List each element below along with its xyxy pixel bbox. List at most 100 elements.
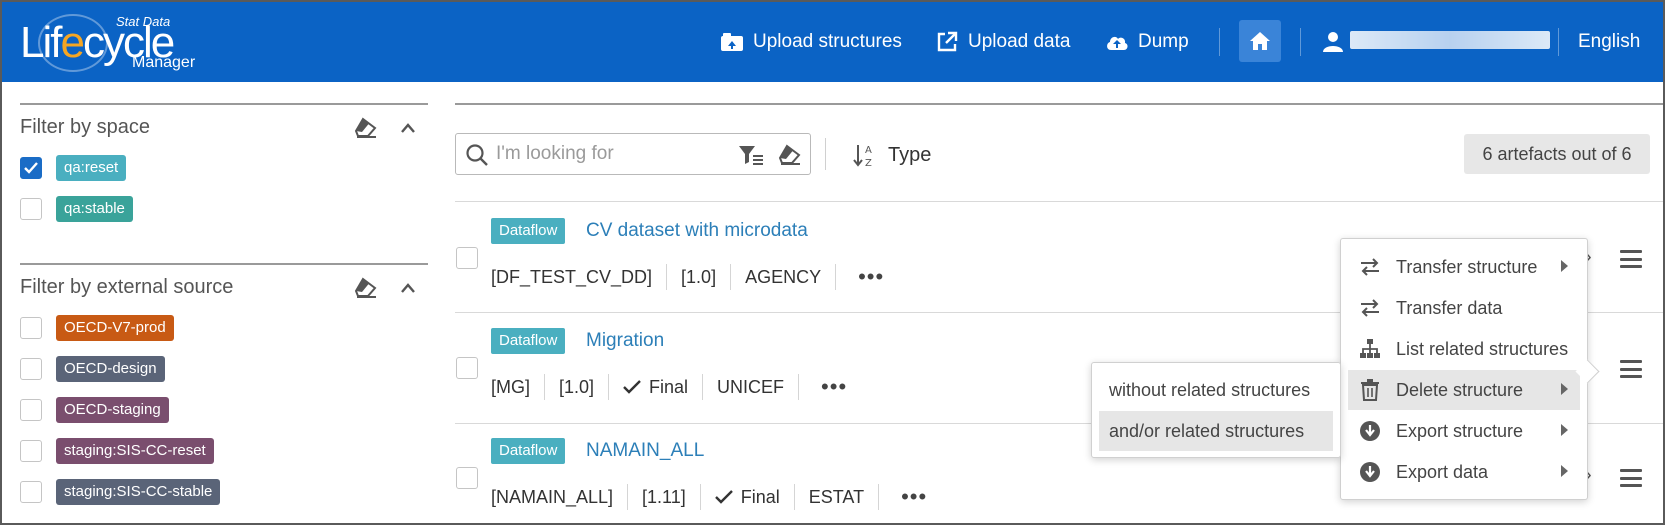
artefact-title-link[interactable]: NAMAIN_ALL [586,440,704,462]
caret-right-icon [1561,383,1568,395]
menu-item-delete-structure[interactable]: Delete structure [1348,370,1580,410]
language-label: English [1578,31,1641,52]
checkbox[interactable] [20,481,42,503]
username-redacted [1350,31,1550,49]
menu-item-export-structure[interactable]: Export structure [1348,411,1580,451]
dump-label: Dump [1138,31,1189,52]
checkmark-icon [24,162,38,174]
upload-structures-icon [719,30,745,54]
check-icon [714,490,733,504]
space-filter-item[interactable]: qa:stable [20,194,133,224]
checkbox-checked[interactable] [20,157,42,179]
source-filter-item[interactable]: OECD-V7-prod [20,313,174,343]
menu-item-transfer-structure[interactable]: Transfer structure [1348,247,1580,287]
menu-item-transfer-data[interactable]: Transfer data [1348,288,1580,328]
logo-sub-text: Manager [132,54,196,71]
source-filter-item[interactable]: staging:SIS-CC-reset [20,436,214,466]
checkbox[interactable] [20,317,42,339]
artefact-version: [1.11] [628,484,701,510]
menu-item-label: Export data [1396,461,1489,482]
nav-divider [1558,28,1559,56]
app-logo[interactable]: Stat Data Lifecycle Manager [20,10,220,72]
menu-item-label: List related structures [1396,338,1569,359]
chevron-up-icon[interactable] [400,281,416,299]
main-divider [455,103,1663,105]
space-filter-tools [354,116,416,143]
sort-button[interactable]: AZ Type [852,140,931,170]
home-icon [1250,32,1270,50]
artefact-agency: UNICEF [703,374,800,400]
search-icon [466,144,488,166]
home-button[interactable] [1239,20,1281,62]
artefact-agency: ESTAT [795,484,880,510]
artefact-meta: [MG] [1.0] Final UNICEF ••• [491,373,847,401]
upload-structures-label: Upload structures [753,31,902,52]
row-checkbox[interactable] [456,357,478,379]
top-navbar: Stat Data Lifecycle Manager Upload struc… [2,2,1663,82]
menu-item-export-data[interactable]: Export data [1348,452,1580,492]
upload-structures-button[interactable]: Upload structures [719,2,902,82]
space-filter-item[interactable]: qa:reset [20,153,127,183]
artefact-id: [MG] [491,374,545,400]
checkbox[interactable] [20,399,42,421]
artefact-title-link[interactable]: Migration [586,330,664,352]
download-icon [1358,419,1382,443]
sort-label: Type [888,143,932,166]
checkbox[interactable] [20,358,42,380]
hamburger-menu-icon[interactable] [1620,250,1642,268]
filter-divider [20,263,428,265]
artefact-final-status: Final [701,484,795,510]
source-filter-item[interactable]: OECD-staging [20,395,169,425]
submenu-item-without-related[interactable]: without related structures [1099,370,1333,410]
language-selector[interactable]: English [1578,2,1640,82]
hamburger-menu-icon[interactable] [1620,469,1642,487]
menu-item-label: Delete structure [1396,379,1524,400]
search-input[interactable] [496,142,726,166]
artefact-title-link[interactable]: CV dataset with microdata [586,220,808,242]
submenu-item-and-or-related[interactable]: and/or related structures [1099,411,1333,451]
filter-divider [20,103,428,105]
eraser-icon[interactable] [354,116,378,143]
menu-item-label: Transfer data [1396,297,1503,318]
eraser-icon[interactable] [354,276,378,303]
nav-divider [1219,28,1220,56]
source-filter-item[interactable]: OECD-design [20,354,165,384]
checkbox[interactable] [20,440,42,462]
user-menu[interactable] [1320,2,1354,82]
svg-text:A: A [865,145,872,156]
upload-data-button[interactable]: Upload data [934,2,1070,82]
search-box[interactable] [455,133,811,175]
cloud-upload-icon [1104,30,1130,54]
eraser-icon[interactable] [778,143,802,165]
chevron-up-icon[interactable] [400,121,416,139]
sort-alpha-icon: AZ [853,145,872,168]
row-checkbox[interactable] [456,467,478,489]
source-tag: staging:SIS-CC-stable [56,479,221,505]
artefact-agency: AGENCY [731,264,837,290]
more-options-icon[interactable]: ••• [836,264,884,290]
caret-right-icon [1561,260,1568,272]
source-tag: OECD-V7-prod [56,315,174,341]
menu-item-list-related[interactable]: List related structures [1348,329,1580,369]
nav-divider [1300,28,1301,56]
row-checkbox[interactable] [456,247,478,269]
source-filter-item[interactable]: staging:SIS-CC-stable [20,477,221,507]
space-tag: qa:reset [56,155,127,181]
user-icon [1320,30,1346,54]
artefact-meta: [DF_TEST_CV_DD] [1.0] AGENCY ••• [491,263,884,291]
more-options-icon[interactable]: ••• [879,484,927,510]
filter-list-icon[interactable] [738,144,764,166]
app-window: Stat Data Lifecycle Manager Upload struc… [0,0,1665,525]
menu-item-label: Export structure [1396,420,1524,441]
more-options-icon[interactable]: ••• [799,374,847,400]
trash-icon [1358,378,1382,402]
artefact-version: [1.0] [545,374,610,400]
menu-item-label: Transfer structure [1396,256,1538,277]
artefact-context-menu: Transfer structure Transfer data List re… [1340,238,1588,500]
hamburger-menu-icon[interactable] [1620,360,1642,378]
dump-button[interactable]: Dump [1104,2,1189,82]
artefact-version: [1.0] [667,264,732,290]
final-label: Final [649,376,689,397]
checkbox[interactable] [20,198,42,220]
transfer-icon [1358,296,1382,320]
